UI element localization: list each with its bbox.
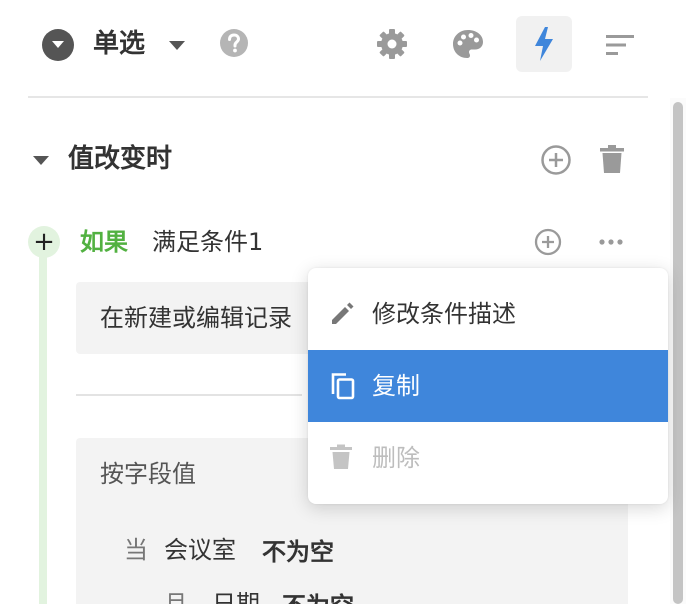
menu-item-edit-description[interactable]: 修改条件描述 <box>308 278 668 350</box>
more-icon[interactable] <box>598 232 624 252</box>
add-circle-icon[interactable] <box>540 144 572 176</box>
automation-tab[interactable] <box>516 16 572 72</box>
context-menu: 修改条件描述 复制 删除 <box>308 268 668 504</box>
menu-item-label: 复制 <box>372 372 420 400</box>
add-circle-icon[interactable] <box>534 228 562 256</box>
control-type-label[interactable]: 单选 <box>93 26 145 62</box>
scrollbar-thumb[interactable] <box>673 102 683 604</box>
divider <box>76 394 302 396</box>
row-operator: 不为空 <box>262 538 334 566</box>
chevron-down-icon[interactable] <box>168 40 186 52</box>
lightning-icon <box>535 27 553 61</box>
add-branch-icon[interactable]: + <box>28 226 60 258</box>
condition-description-box[interactable]: 在新建或编辑记录 <box>76 282 316 354</box>
trash-icon[interactable] <box>600 144 624 174</box>
toolbar: 单选 <box>0 0 686 90</box>
menu-item-delete: 删除 <box>308 422 668 494</box>
menu-item-label: 修改条件描述 <box>372 300 516 328</box>
sort-icon[interactable] <box>606 34 634 56</box>
collapse-caret-icon[interactable] <box>32 155 50 167</box>
condition-name: 满足条件1 <box>152 228 264 256</box>
row-prefix: 且 <box>164 590 188 604</box>
pencil-icon <box>332 302 354 324</box>
menu-item-label: 删除 <box>372 444 420 472</box>
condition-description: 在新建或编辑记录 <box>100 304 292 332</box>
copy-icon <box>331 373 355 400</box>
palette-icon[interactable] <box>452 29 484 59</box>
row-prefix: 当 <box>124 536 148 564</box>
if-label: 如果 <box>80 228 128 256</box>
help-icon[interactable] <box>220 29 248 57</box>
gear-icon[interactable] <box>376 28 408 60</box>
trash-icon <box>330 444 352 469</box>
row-field: 会议室 <box>164 536 236 564</box>
control-type-icon[interactable] <box>42 29 74 61</box>
row-operator: 不为空 <box>282 588 354 604</box>
section-title: 值改变时 <box>68 144 173 174</box>
field-block-title: 按字段值 <box>100 460 196 488</box>
row-field: 日期 <box>212 590 260 604</box>
condition-rail <box>39 256 47 604</box>
menu-item-copy[interactable]: 复制 <box>308 350 668 422</box>
toolbar-divider <box>28 96 648 98</box>
